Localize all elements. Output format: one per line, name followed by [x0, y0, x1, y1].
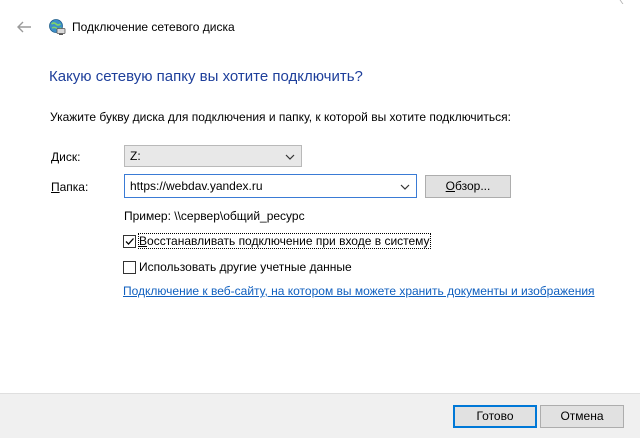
- folder-label: Папка:: [51, 180, 89, 194]
- drive-label: Диск:: [51, 150, 81, 164]
- example-text: Пример: \\сервер\общий_ресурс: [124, 209, 305, 223]
- other-credentials-checkbox[interactable]: [123, 261, 136, 274]
- instruction-text: Укажите букву диска для подключения и па…: [50, 110, 511, 124]
- back-arrow-icon[interactable]: [15, 18, 33, 36]
- dialog-footer: Готово Отмена: [0, 393, 640, 438]
- drive-letter-value: Z:: [130, 149, 141, 163]
- chevron-down-icon[interactable]: [400, 181, 410, 191]
- folder-path-value: https://webdav.yandex.ru: [130, 179, 263, 193]
- map-network-drive-dialog: Подключение сетевого диска Какую сетевую…: [0, 0, 640, 438]
- window-edge-mark: [619, 0, 630, 4]
- browse-button[interactable]: Обзор...: [425, 175, 511, 198]
- window-title: Подключение сетевого диска: [72, 20, 235, 34]
- chevron-down-icon: [285, 151, 295, 161]
- reconnect-label[interactable]: Восстанавливать подключение при входе в …: [138, 233, 431, 249]
- cancel-button[interactable]: Отмена: [540, 405, 624, 428]
- finish-button[interactable]: Готово: [453, 405, 537, 428]
- drive-letter-select[interactable]: Z:: [124, 145, 302, 167]
- folder-path-combobox[interactable]: https://webdav.yandex.ru: [124, 174, 417, 198]
- network-drive-icon: [48, 18, 66, 36]
- reconnect-checkbox[interactable]: [123, 235, 136, 248]
- checkmark-icon: [125, 238, 134, 245]
- page-heading: Какую сетевую папку вы хотите подключить…: [49, 68, 363, 85]
- other-credentials-label[interactable]: Использовать другие учетные данные: [139, 260, 352, 274]
- website-connect-link[interactable]: Подключение к веб-сайту, на котором вы м…: [123, 284, 595, 298]
